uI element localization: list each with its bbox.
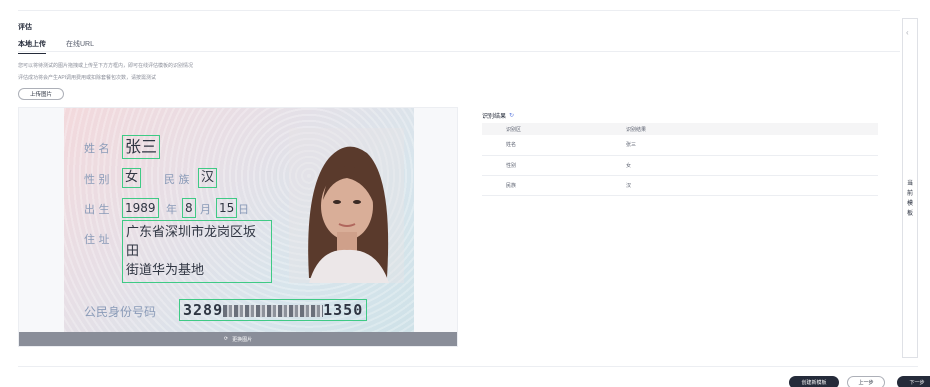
result-header: 识别结果 ↻ — [482, 111, 514, 120]
result-title: 识别结果 — [482, 114, 507, 120]
birth-day-box: 15 — [216, 198, 238, 218]
row-value: 张三 — [602, 135, 878, 156]
address-line-1: 广东省深圳市龙岗区坂田 — [126, 225, 257, 259]
top-divider — [18, 10, 900, 11]
next-step-button[interactable]: 下一步 — [897, 376, 930, 387]
table-row: 性别 女 — [482, 155, 878, 176]
id-number-suffix: 1350 — [323, 301, 364, 319]
month-char: 月 — [200, 203, 211, 216]
section-title: 评估 — [18, 24, 32, 31]
upload-image-button[interactable]: 上传图片 — [18, 88, 64, 100]
year-char: 年 — [166, 203, 177, 216]
id-number-mask — [223, 304, 324, 317]
previous-step-button[interactable]: 上一步 — [847, 376, 885, 387]
table-header-row: 识别区 识别结果 — [482, 123, 878, 135]
table-row: 姓名 张三 — [482, 135, 878, 156]
create-template-button[interactable]: 创建新模板 — [789, 376, 839, 387]
reupload-button[interactable]: ⟳ 更换图片 — [19, 332, 457, 346]
ethnicity-label: 民 族 — [164, 173, 190, 186]
day-char: 日 — [238, 203, 249, 216]
footer-divider — [18, 366, 918, 367]
row-field: 性别 — [482, 155, 602, 176]
address-label: 住 址 — [84, 233, 110, 246]
id-number-box: 3289 1350 — [179, 299, 368, 321]
reupload-label: 更换图片 — [232, 336, 253, 343]
chevron-left-icon[interactable]: ‹ — [906, 28, 909, 37]
portrait-photo — [289, 128, 404, 283]
birth-month-box: 8 — [182, 198, 196, 218]
ethnicity-value-box: 汉 — [198, 168, 218, 188]
gender-value-box: 女 — [122, 168, 142, 188]
upload-hint: 您可以将待测试的图片拖拽或上传至下方方框内，即可在线评估模板的识别情况 — [18, 63, 194, 69]
gender-label: 性 别 — [84, 173, 110, 186]
result-table: 识别区 识别结果 姓名 张三 性别 女 民族 汉 — [482, 123, 878, 196]
current-template-panel[interactable]: ‹ 当前模板 — [902, 18, 918, 358]
id-number-prefix: 3289 — [183, 301, 224, 319]
column-header-value: 识别结果 — [602, 123, 878, 135]
table-row: 民族 汉 — [482, 175, 878, 196]
tabs-divider — [18, 51, 900, 52]
row-value: 汉 — [602, 175, 878, 196]
row-field: 姓名 — [482, 135, 602, 156]
refresh-results-icon[interactable]: ↻ — [509, 112, 514, 119]
address-line-2: 街道华为基地 — [126, 263, 205, 278]
name-value-box: 张三 — [122, 135, 161, 159]
row-field: 民族 — [482, 175, 602, 196]
current-template-label: 当前模板 — [907, 181, 914, 217]
name-label: 姓 名 — [84, 142, 110, 155]
birth-year-box: 1989 — [122, 198, 159, 218]
address-box: 广东省深圳市龙岗区坂田 街道华为基地 — [122, 220, 272, 283]
column-header-field: 识别区 — [482, 123, 602, 135]
image-preview[interactable]: 姓 名 张三 性 别 女 民 族 汉 出 生 1989 年 8 月 15 日 住… — [18, 107, 458, 347]
row-value: 女 — [602, 155, 878, 176]
billing-hint: 评估成功将会产生API调用费用或扣除套餐包次数，请按需测试 — [18, 75, 157, 81]
id-card-image: 姓 名 张三 性 别 女 民 族 汉 出 生 1989 年 8 月 15 日 住… — [64, 108, 414, 334]
birth-label: 出 生 — [84, 203, 110, 216]
refresh-icon: ⟳ — [223, 336, 229, 342]
id-number-label: 公民身份号码 — [84, 305, 157, 319]
